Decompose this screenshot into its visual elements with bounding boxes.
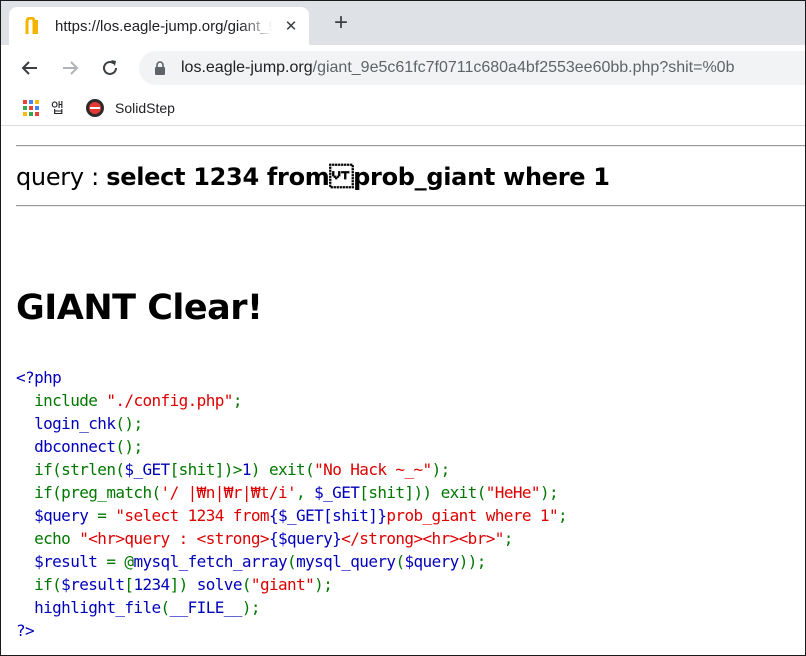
code-token: ( — [287, 552, 297, 571]
code-token: "giant" — [250, 575, 315, 594]
query-label: query : — [16, 163, 107, 191]
code-token: [shit])> — [169, 460, 243, 479]
code-line: highlight_file(__FILE__); — [16, 596, 567, 619]
code-token: ( — [241, 575, 252, 594]
code-line: ?> — [16, 619, 567, 642]
code-line: $query = "select 1234 from{$_GET[shit]}p… — [16, 504, 568, 527]
code-token: ) exit( — [250, 460, 315, 479]
code-token: , — [296, 483, 315, 502]
code-token: ( — [160, 598, 171, 617]
code-token: ); — [314, 575, 333, 594]
tab-title: https://los.eagle-jump.org/giant_9 — [55, 17, 273, 35]
code-token: solve — [196, 575, 243, 594]
query-text: select 1234 from prob_giant where 1 — [106, 163, 610, 191]
code-token: 1 — [241, 460, 252, 479]
page-content: query : select 1234 from prob_giant wher… — [1, 126, 805, 655]
code-token: highlight_file — [16, 598, 161, 617]
bookmark-solidstep-label: SolidStep — [115, 100, 175, 116]
code-token: $_GET — [314, 483, 360, 502]
code-token: {$query} — [268, 529, 342, 548]
bookmark-apps-label: 앱 — [51, 100, 64, 116]
code-token: if(preg_match( — [16, 483, 161, 502]
code-token: $_GET — [124, 460, 170, 479]
new-tab-button[interactable]: + — [327, 9, 355, 37]
code-token: ?> — [16, 621, 35, 640]
browser-toolbar: los.eagle-jump.org/giant_9e5c61fc7f0711c… — [1, 45, 805, 91]
code-token: (); — [115, 437, 143, 456]
code-line: dbconnect(); — [16, 435, 567, 458]
code-token: )); — [458, 552, 487, 571]
code-token: ); — [241, 598, 261, 617]
code-token: include — [16, 391, 107, 410]
code-token: </strong><hr><br>" — [341, 529, 504, 548]
code-token: <?php — [16, 368, 62, 387]
code-token: ); — [539, 483, 559, 502]
code-token: ; — [503, 529, 514, 548]
code-token: "HeHe" — [485, 483, 541, 502]
code-token: "<hr>query : <strong> — [79, 529, 269, 548]
code-token: ; — [558, 506, 568, 525]
code-line: if($result[1234]) solve("giant"); — [16, 573, 567, 596]
solidstep-icon — [86, 99, 104, 117]
forward-button[interactable] — [57, 55, 83, 81]
url-host: los.eagle-jump.org — [181, 59, 313, 76]
code-line: include "./config.php"; — [16, 389, 567, 412]
code-token: $result — [61, 575, 125, 594]
code-line: if(strlen($_GET[shit])>1) exit("No Hack … — [16, 458, 567, 481]
lock-icon — [153, 60, 167, 76]
browser-window: https://los.eagle-jump.org/giant_9 ✕ + l… — [0, 0, 806, 656]
code-token: prob_giant where 1" — [386, 506, 558, 525]
address-bar[interactable]: los.eagle-jump.org/giant_9e5c61fc7f0711c… — [139, 51, 805, 85]
code-token: 1234 — [133, 575, 170, 594]
code-token: echo — [16, 529, 80, 548]
code-token: "./config.php" — [106, 391, 233, 410]
code-token: "select 1234 from — [115, 506, 269, 525]
code-token: [shit])) exit( — [359, 483, 486, 502]
code-token: __FILE__ — [169, 598, 243, 617]
code-token: if(strlen( — [16, 460, 125, 479]
code-line: login_chk(); — [16, 412, 567, 435]
code-token: ]) — [169, 575, 197, 594]
url-path: /giant_9e5c61fc7f0711c680a4bf2553ee60bb.… — [312, 59, 735, 76]
code-line: <?php — [16, 366, 567, 389]
code-token: dbconnect — [16, 437, 116, 456]
code-token: $result — [16, 552, 107, 571]
back-arrow-icon — [21, 61, 37, 75]
code-line: echo "<hr>query : <strong>{$query}</stro… — [16, 527, 567, 550]
clear-heading: GIANT Clear! — [16, 288, 263, 328]
code-token: = — [97, 506, 116, 525]
code-token: $query — [404, 552, 459, 571]
url-text: los.eagle-jump.org/giant_9e5c61fc7f0711c… — [181, 59, 734, 77]
bookmark-apps[interactable]: 앱 — [23, 91, 64, 125]
code-line: $result = @mysql_fetch_array(mysql_query… — [16, 550, 567, 573]
code-token: "No Hack ~_~" — [314, 460, 432, 479]
code-token: {$_GET[shit]} — [268, 506, 387, 525]
code-token: = @ — [106, 552, 134, 571]
code-token: ); — [431, 460, 451, 479]
code-token: (); — [115, 414, 143, 433]
bottom-divider — [16, 205, 805, 207]
code-token: mysql_fetch_array — [133, 552, 288, 571]
code-line: if(preg_match('/ |₩n|₩r|₩t/i', $_GET[shi… — [16, 481, 567, 504]
reload-icon — [103, 60, 117, 75]
tab-close-icon[interactable]: ✕ — [281, 17, 301, 35]
reload-button[interactable] — [97, 55, 123, 81]
php-source-code: <?php include "./config.php"; login_chk(… — [16, 366, 568, 642]
active-tab[interactable]: https://los.eagle-jump.org/giant_9 ✕ — [9, 7, 309, 45]
tab-strip: https://los.eagle-jump.org/giant_9 ✕ + — [1, 1, 805, 45]
back-button[interactable] — [17, 55, 43, 81]
site-favicon-icon — [23, 17, 41, 35]
code-token: $query — [16, 506, 98, 525]
bookmarks-bar: 앱 SolidStep — [1, 91, 805, 126]
query-output: query : select 1234 from prob_giant wher… — [16, 163, 610, 191]
forward-arrow-icon — [63, 61, 79, 75]
bookmark-solidstep[interactable]: SolidStep — [85, 91, 175, 125]
code-token: mysql_query — [296, 552, 396, 571]
top-divider — [16, 145, 805, 147]
code-token: '/ |₩n|₩r|₩t/i' — [160, 483, 297, 502]
code-token: login_chk — [16, 414, 116, 433]
apps-grid-icon — [23, 100, 39, 116]
code-token: ; — [232, 391, 243, 410]
code-token: if( — [16, 575, 62, 594]
